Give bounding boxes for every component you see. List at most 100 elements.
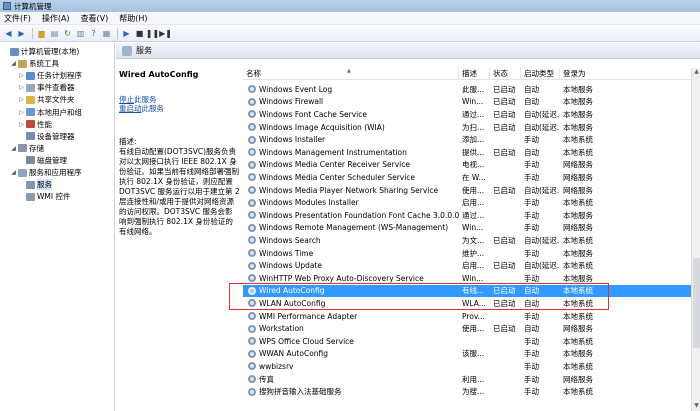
service-name: Windows Font Cache Service	[259, 109, 368, 119]
service-name: wwbizsrv	[259, 361, 294, 371]
menu-help[interactable]: 帮助(H)	[119, 13, 147, 24]
restart-link-text[interactable]: 重启动	[119, 104, 142, 113]
service-description-cell: WLA...	[462, 298, 486, 308]
stop-service-link[interactable]: 停止此服务	[119, 95, 240, 104]
service-row[interactable]: Windows Management Instrumentation 提供... 已…	[243, 146, 691, 159]
vertical-scrollbar[interactable]: ▲ ▼	[691, 68, 700, 411]
gear-icon	[248, 375, 256, 384]
service-row[interactable]: Windows Search 为文... 已启动自动(延迟...本地系统	[243, 234, 691, 247]
column-startup-type[interactable]: 启动类型	[521, 68, 560, 80]
service-status-cell: 已启动	[493, 324, 516, 334]
service-row[interactable]: Windows Presentation Foundation Font Cac…	[243, 209, 691, 222]
service-name-cell: Windows Firewall	[243, 97, 459, 106]
tree-item[interactable]: ▷ 本地用户和组	[18, 107, 82, 118]
tree-item[interactable]: WMI 控件	[18, 191, 70, 202]
tree-expander-icon[interactable]: ◢	[10, 169, 17, 176]
service-row[interactable]: Windows Media Center Receiver Service 电视.…	[243, 159, 691, 172]
service-row[interactable]: Windows Remote Management (WS-Management…	[243, 222, 691, 235]
scroll-down-icon[interactable]: ▼	[692, 402, 700, 411]
service-startup-cell: 手动	[524, 135, 539, 145]
forward-arrow-icon[interactable]: ▶	[16, 28, 27, 39]
service-row[interactable]: Wired AutoConfig 有线... 已启动 自动 本地系统	[243, 284, 691, 298]
tree-expander-icon[interactable]: ▷	[18, 84, 25, 91]
service-row[interactable]: Windows Image Acquisition (WIA) 为扫... 已启动自…	[243, 121, 691, 134]
service-row[interactable]: WWAN AutoConfig 该服... 手动 本地服务	[243, 348, 691, 361]
service-startup-cell: 自动	[524, 97, 539, 107]
tree-expander-icon[interactable]: ▷	[18, 96, 25, 103]
column-name[interactable]: 名称 ▲	[243, 68, 459, 80]
service-logon-cell: 本地系统	[563, 261, 593, 271]
service-name-cell: Windows Installer	[243, 135, 459, 144]
service-row[interactable]: WPS Office Cloud Service 手动 本地系统	[243, 335, 691, 348]
service-startup-cell: 手动	[524, 248, 539, 258]
service-row[interactable]: Windows Font Cache Service 通过... 已启动 自动(延迟.…	[243, 108, 691, 121]
tree-expander-icon[interactable]: ◢	[10, 60, 17, 67]
service-row[interactable]: Windows Firewall Win... 已启动 自动 本地服务	[243, 96, 691, 109]
scroll-up-icon[interactable]: ▲	[692, 68, 700, 77]
column-description[interactable]: 描述	[459, 68, 490, 80]
service-name-cell: Windows Event Log	[243, 85, 459, 94]
tree-expander-icon[interactable]: ◢	[10, 145, 17, 152]
service-startup-cell: 自动(延迟...	[524, 109, 560, 119]
column-status[interactable]: 状态	[490, 68, 521, 80]
gear-icon	[248, 110, 256, 119]
service-row[interactable]: Windows Installer 添加... 手动 本地系统	[243, 133, 691, 146]
tree-expander-icon[interactable]: ▷	[18, 121, 25, 128]
help-icon[interactable]: ?	[88, 28, 99, 39]
service-description-cell: 使用...	[462, 185, 485, 195]
service-row[interactable]: 传真 利用... 手动 网络服务	[243, 373, 691, 386]
gear-icon	[248, 249, 256, 258]
tree-item[interactable]: 服务	[18, 179, 52, 191]
export-list-icon[interactable]: ▥	[75, 28, 86, 39]
tree-item[interactable]: 设备管理器	[18, 131, 75, 142]
column-logon-as[interactable]: 登录为	[560, 68, 700, 80]
service-row[interactable]: Windows Update 启用... 已启动自动(延迟...本地系统	[243, 259, 691, 272]
service-logon-cell: 网络服务	[563, 223, 593, 233]
tree-item[interactable]: ▷ 事件查看器	[18, 82, 74, 93]
stop-service-icon[interactable]: ■	[134, 28, 145, 39]
service-row[interactable]: Windows Media Player Network Sharing Ser…	[243, 184, 691, 197]
menu-file[interactable]: 文件(F)	[4, 13, 31, 24]
service-row[interactable]: Windows Event Log 此服... 已启动 自动 本地服务	[243, 83, 691, 96]
service-name: Windows Event Log	[259, 84, 333, 94]
start-service-icon[interactable]: ▶	[121, 28, 132, 39]
tree-item[interactable]: ▷ 共享文件夹	[18, 94, 74, 105]
tree-item[interactable]: ◢ 服务和应用程序	[10, 167, 81, 178]
folder-up-icon[interactable]: ▆	[36, 28, 47, 39]
service-row[interactable]: Windows Time 维护... 手动 本地服务	[243, 247, 691, 260]
gear-icon	[248, 362, 256, 371]
tree-item[interactable]: ▷ 任务计划程序	[18, 70, 82, 81]
tree-item[interactable]: 计算机管理(本地)	[2, 46, 79, 57]
service-row[interactable]: Workstation 使用... 已启动 自动 网络服务	[243, 322, 691, 335]
refresh-icon[interactable]: ↻	[62, 28, 73, 39]
menu-view[interactable]: 查看(V)	[81, 13, 109, 24]
restart-service-link[interactable]: 重启动此服务	[119, 104, 240, 113]
tree-item[interactable]: ◢ 系统工具	[10, 58, 59, 69]
tree-expander-icon[interactable]: ▷	[18, 109, 25, 116]
service-name: WinHTTP Web Proxy Auto-Discovery Service	[259, 273, 424, 283]
tree-item[interactable]: ▷ 性能	[18, 119, 52, 130]
gear-icon	[248, 286, 256, 295]
restart-service-icon[interactable]: ▶❚	[159, 28, 172, 39]
properties-icon[interactable]: ▦	[101, 28, 112, 39]
service-row[interactable]: wwbizsrv 手动 本地系统	[243, 360, 691, 373]
back-arrow-icon[interactable]: ◀	[3, 28, 14, 39]
tree-expander-icon[interactable]: ▷	[18, 72, 25, 79]
service-row[interactable]: Windows Media Center Scheduler Service 在 …	[243, 171, 691, 184]
tree-item[interactable]: ◢ 存储	[10, 143, 44, 154]
service-status-cell: 已启动	[493, 185, 516, 195]
menu-action[interactable]: 操作(A)	[42, 13, 70, 24]
service-row[interactable]: WMI Performance Adapter Prov... 手动 本地系统	[243, 310, 691, 323]
service-row[interactable]: WinHTTP Web Proxy Auto-Discovery Service…	[243, 272, 691, 285]
service-row[interactable]: WLAN AutoConfig WLA... 已启动 自动 本地系统	[243, 297, 691, 310]
tree-node-icon	[18, 144, 27, 153]
console-tree-icon[interactable]: ▤	[49, 28, 60, 39]
service-logon-cell: 网络服务	[563, 374, 593, 384]
service-row[interactable]: Windows Modules Installer 启用... 手动 本地系统	[243, 196, 691, 209]
scrollbar-thumb[interactable]	[693, 258, 700, 348]
service-row[interactable]: 搜狗拼音输入法基础服务 为搜... 手动 本地系统	[243, 385, 691, 398]
stop-link-text[interactable]: 停止	[119, 95, 134, 104]
service-name-cell: Windows Media Center Scheduler Service	[243, 173, 459, 182]
pause-service-icon[interactable]: ❚❚	[146, 28, 159, 39]
tree-item[interactable]: 磁盘管理	[18, 155, 67, 166]
